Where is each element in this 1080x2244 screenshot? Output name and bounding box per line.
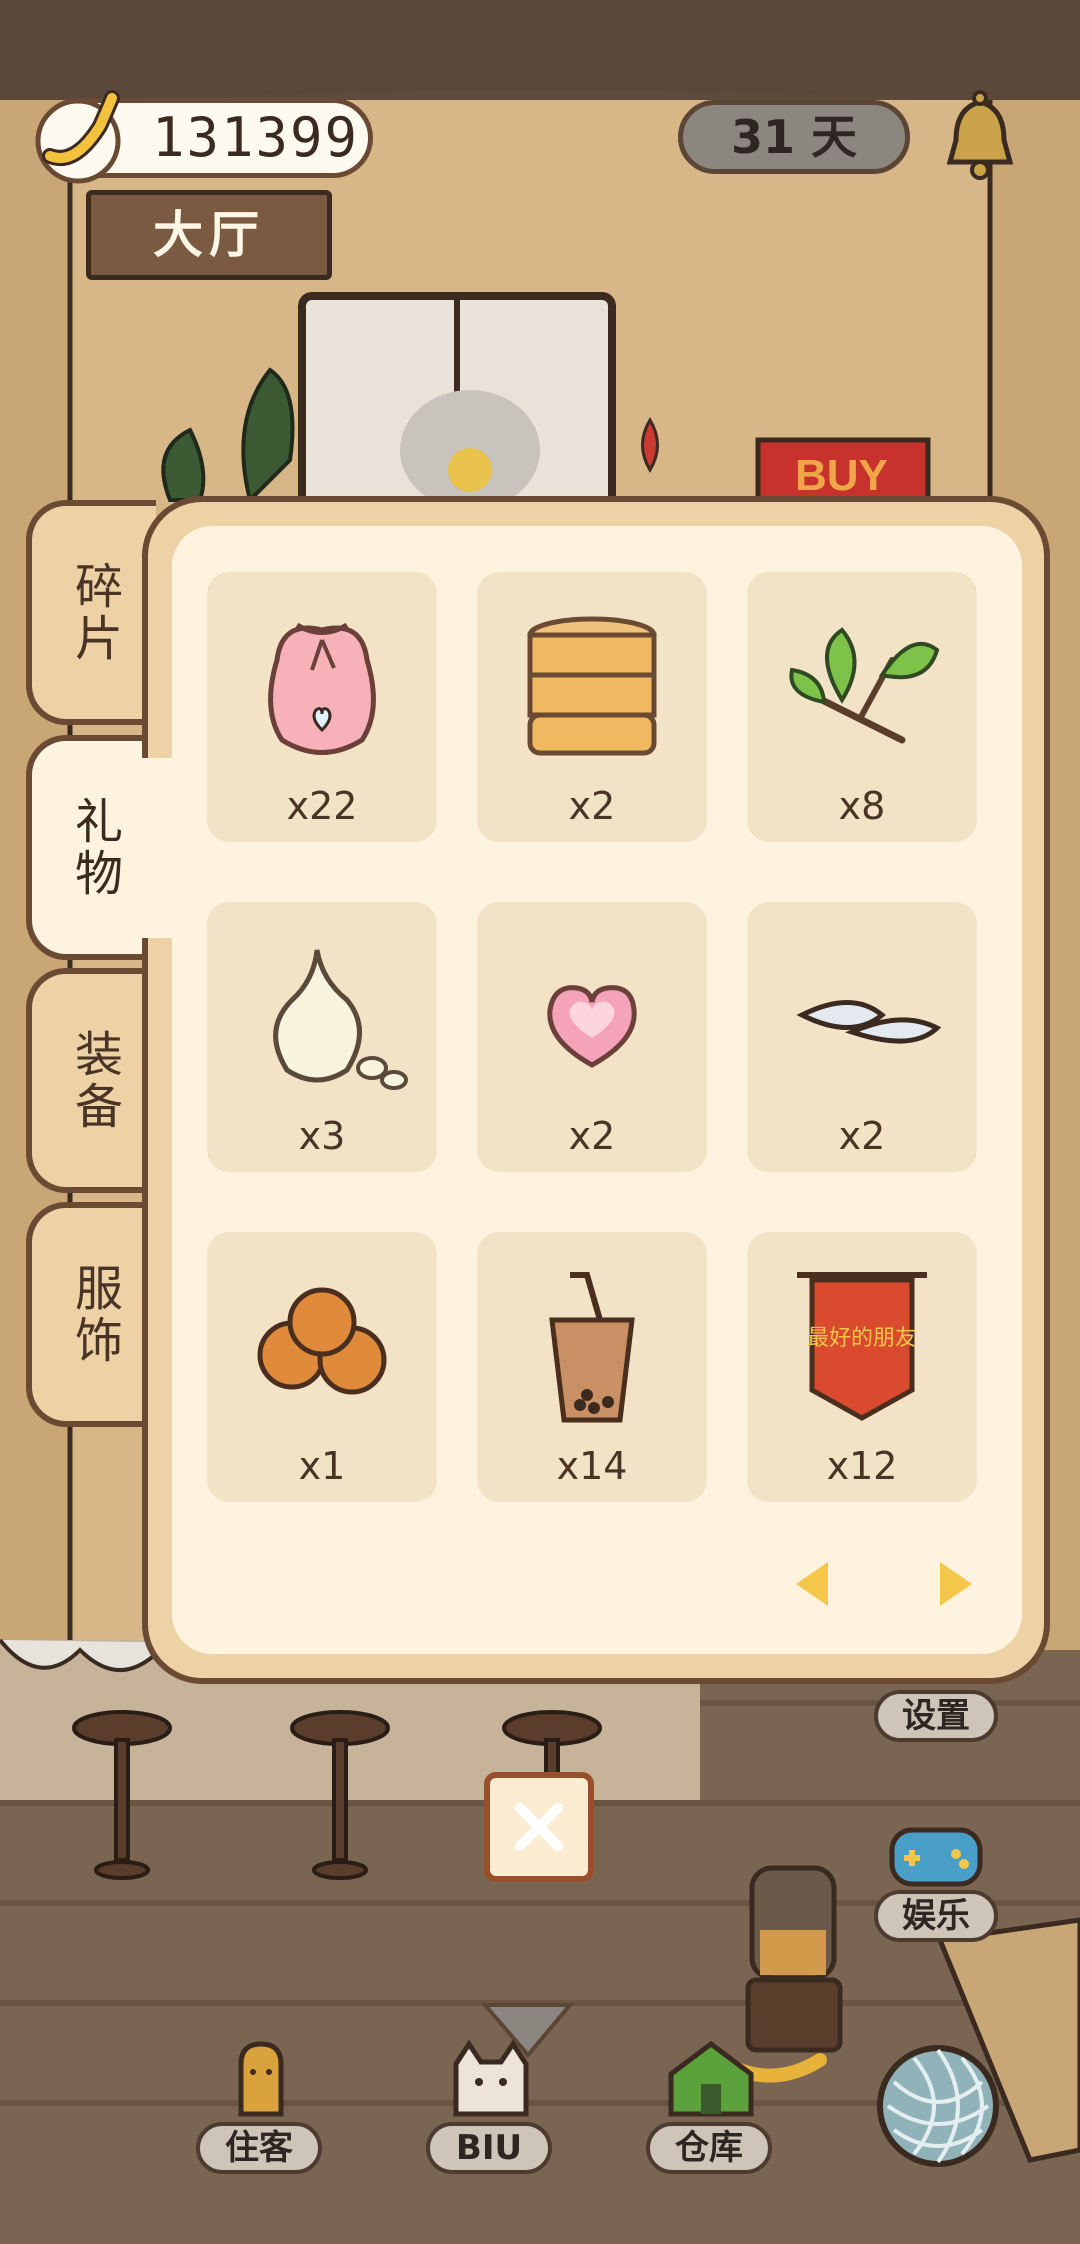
item-count: x2: [838, 1114, 886, 1158]
bubble-tea-icon: [549, 1272, 635, 1423]
item-count: x2: [568, 784, 616, 828]
inventory-slot[interactable]: x2: [477, 572, 707, 842]
heart-candy-icon: [547, 985, 637, 1068]
item-count: x8: [838, 784, 886, 828]
bell-icon[interactable]: [940, 88, 1020, 188]
resident-avatar-icon: [238, 2041, 284, 2117]
tab-fragments[interactable]: 碎片: [26, 500, 156, 725]
close-icon: [515, 1803, 563, 1851]
warehouse-icon: [668, 2040, 754, 2117]
banner-text: 最好的朋友: [807, 1326, 917, 1351]
item-count: x3: [298, 1114, 346, 1158]
inventory-slot[interactable]: x2: [477, 902, 707, 1172]
inventory-slot[interactable]: x8: [747, 572, 977, 842]
steamer-basket-icon: [527, 616, 657, 756]
inventory-slot[interactable]: x2: [747, 902, 977, 1172]
nav-residents-label: 住客: [196, 2122, 322, 2174]
settings-button[interactable]: 设置: [874, 1690, 998, 1742]
tab-label: 服饰: [66, 1262, 122, 1367]
prev-page-arrow-icon[interactable]: [788, 1554, 838, 1614]
nav-biu-label: BIU: [426, 2122, 552, 2174]
inventory-slot[interactable]: x14: [477, 1232, 707, 1502]
coin-count: 131399: [152, 106, 360, 169]
fish-bones-icon: [796, 1000, 942, 1044]
tab-gifts[interactable]: 礼物: [26, 735, 156, 960]
garlic-icon: [273, 949, 408, 1090]
tab-label: 碎片: [66, 560, 122, 665]
tab-label: 装备: [66, 1028, 122, 1133]
room-name-sign: 大厅: [86, 190, 332, 280]
item-count: x12: [826, 1444, 898, 1488]
inventory-slot[interactable]: x3: [207, 902, 437, 1172]
item-count: x22: [286, 784, 358, 828]
inventory-slot[interactable]: x1: [207, 1232, 437, 1502]
entertainment-label: 娱乐: [874, 1890, 998, 1942]
entertainment-button[interactable]: 娱乐: [874, 1822, 998, 1942]
yarn-ball-icon[interactable]: [874, 2042, 1002, 2170]
cat-face-icon: [453, 2039, 529, 2117]
inventory-slot[interactable]: 最好的朋友 x12: [747, 1232, 977, 1502]
inventory-slot[interactable]: x22: [207, 572, 437, 842]
nav-residents[interactable]: 住客: [196, 2024, 326, 2174]
red-banner-icon: 最好的朋友: [797, 1272, 927, 1421]
day-counter: 31 天: [678, 100, 910, 174]
nav-warehouse[interactable]: 仓库: [646, 2024, 776, 2174]
svg-text:BUY: BUY: [795, 451, 888, 500]
tab-outfits[interactable]: 服饰: [26, 1202, 156, 1427]
tab-equipment[interactable]: 装备: [26, 968, 156, 1193]
banana-coin-icon: [30, 86, 126, 186]
close-button[interactable]: [484, 1772, 594, 1882]
tab-label: 礼物: [66, 795, 122, 900]
bread-rolls-icon: [257, 1287, 387, 1395]
herb-sprig-icon: [789, 627, 940, 744]
item-count: x14: [556, 1444, 628, 1488]
item-count: x2: [568, 1114, 616, 1158]
next-page-arrow-icon[interactable]: [930, 1554, 980, 1614]
nav-biu[interactable]: BIU: [426, 2024, 556, 2174]
item-count: x1: [298, 1444, 346, 1488]
pink-pouch-icon: [268, 622, 376, 755]
gamepad-icon: [889, 1827, 983, 1887]
settings-label: 设置: [874, 1690, 998, 1742]
nav-warehouse-label: 仓库: [646, 2122, 772, 2174]
